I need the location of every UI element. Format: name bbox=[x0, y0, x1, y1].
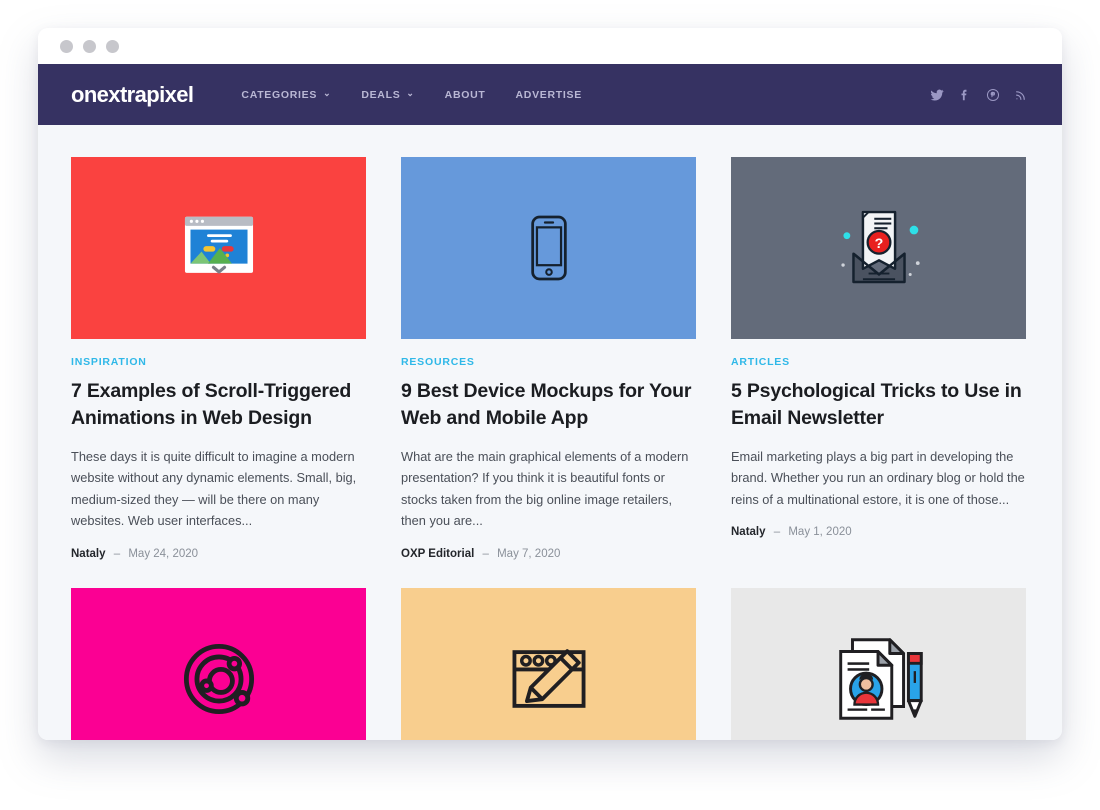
nav-item-advertise[interactable]: ADVERTISE bbox=[516, 89, 582, 101]
post-date: May 7, 2020 bbox=[497, 547, 561, 560]
post-thumbnail[interactable] bbox=[71, 587, 366, 740]
rss-icon[interactable] bbox=[1014, 88, 1028, 102]
post-thumbnail[interactable] bbox=[401, 157, 696, 339]
post-title[interactable]: 5 Psychological Tricks to Use in Email N… bbox=[731, 378, 1026, 432]
post-meta: Nataly – May 1, 2020 bbox=[731, 526, 1026, 538]
nav-item-categories[interactable]: CATEGORIES ⌄ bbox=[241, 88, 332, 101]
post-meta: Nataly – May 24, 2020 bbox=[71, 548, 366, 560]
post-card[interactable]: RESOURCES 9 Best Device Mockups for Your… bbox=[401, 157, 696, 560]
browser-window: onextrapixel CATEGORIES ⌄ DEALS ⌄ ABOUT … bbox=[38, 28, 1062, 740]
post-thumbnail[interactable] bbox=[401, 587, 696, 740]
browser-title-bar bbox=[38, 28, 1062, 64]
chevron-down-icon: ⌄ bbox=[406, 88, 415, 98]
nav-label-categories: CATEGORIES bbox=[241, 88, 318, 101]
post-meta: OXP Editorial – May 7, 2020 bbox=[401, 548, 696, 560]
post-thumbnail[interactable] bbox=[71, 157, 366, 339]
post-date: May 24, 2020 bbox=[128, 547, 199, 560]
post-excerpt: These days it is quite difficult to imag… bbox=[71, 448, 357, 529]
minimize-window-dot[interactable] bbox=[83, 39, 96, 53]
main-navigation: CATEGORIES ⌄ DEALS ⌄ ABOUT ADVERTISE bbox=[241, 88, 612, 101]
content-area: INSPIRATION 7 Examples of Scroll-Trigger… bbox=[38, 125, 1062, 740]
post-card[interactable]: INSPIRATION 7 Examples of Scroll-Trigger… bbox=[71, 157, 366, 560]
meta-separator: – bbox=[773, 526, 781, 539]
svg-text:?: ? bbox=[874, 236, 883, 252]
post-date: May 1, 2020 bbox=[788, 526, 852, 539]
open-envelope-question-icon: ? bbox=[840, 210, 920, 284]
post-author[interactable]: OXP Editorial bbox=[401, 548, 474, 560]
maximize-window-dot[interactable] bbox=[106, 39, 119, 53]
nav-item-deals[interactable]: DEALS ⌄ bbox=[361, 88, 415, 101]
post-grid: INSPIRATION 7 Examples of Scroll-Trigger… bbox=[71, 157, 1029, 740]
nav-label-about: ABOUT bbox=[444, 88, 486, 101]
post-title[interactable]: 7 Examples of Scroll-Triggered Animation… bbox=[71, 378, 366, 432]
post-category[interactable]: INSPIRATION bbox=[71, 356, 366, 368]
post-category[interactable]: RESOURCES bbox=[401, 356, 696, 368]
post-author[interactable]: Nataly bbox=[71, 548, 106, 560]
meta-separator: – bbox=[482, 547, 489, 560]
facebook-icon[interactable] bbox=[958, 88, 972, 102]
pinterest-icon[interactable] bbox=[986, 88, 1000, 102]
meta-separator: – bbox=[113, 547, 121, 560]
post-thumbnail[interactable] bbox=[731, 587, 1026, 740]
smartphone-icon bbox=[530, 215, 567, 281]
post-card[interactable]: ? ARTICLES 5 Psychological Tricks to Use… bbox=[731, 157, 1026, 560]
post-excerpt: Email marketing plays a big part in deve… bbox=[731, 448, 1025, 507]
chevron-down-icon: ⌄ bbox=[323, 88, 332, 98]
post-title[interactable]: 9 Best Device Mockups for Your Web and M… bbox=[401, 378, 696, 432]
post-card[interactable] bbox=[71, 587, 366, 740]
close-window-dot[interactable] bbox=[60, 39, 73, 53]
nav-item-about[interactable]: ABOUT bbox=[445, 89, 486, 101]
post-excerpt: What are the main graphical elements of … bbox=[401, 448, 689, 529]
social-links bbox=[930, 88, 1028, 102]
nav-label-deals: DEALS bbox=[361, 88, 401, 101]
browser-pencil-edit-icon bbox=[512, 648, 585, 708]
browser-window-image-icon bbox=[184, 216, 253, 274]
site-header: onextrapixel CATEGORIES ⌄ DEALS ⌄ ABOUT … bbox=[38, 64, 1062, 125]
documents-user-pencil-icon bbox=[838, 638, 923, 720]
post-category[interactable]: ARTICLES bbox=[731, 356, 1026, 368]
nav-label-advertise: ADVERTISE bbox=[515, 88, 582, 101]
post-thumbnail[interactable]: ? bbox=[731, 157, 1026, 339]
orbit-atom-icon bbox=[183, 643, 254, 714]
site-logo[interactable]: onextrapixel bbox=[71, 82, 194, 108]
post-card[interactable] bbox=[731, 587, 1026, 740]
post-author[interactable]: Nataly bbox=[731, 526, 766, 538]
post-card[interactable] bbox=[401, 587, 696, 740]
twitter-icon[interactable] bbox=[930, 88, 944, 102]
